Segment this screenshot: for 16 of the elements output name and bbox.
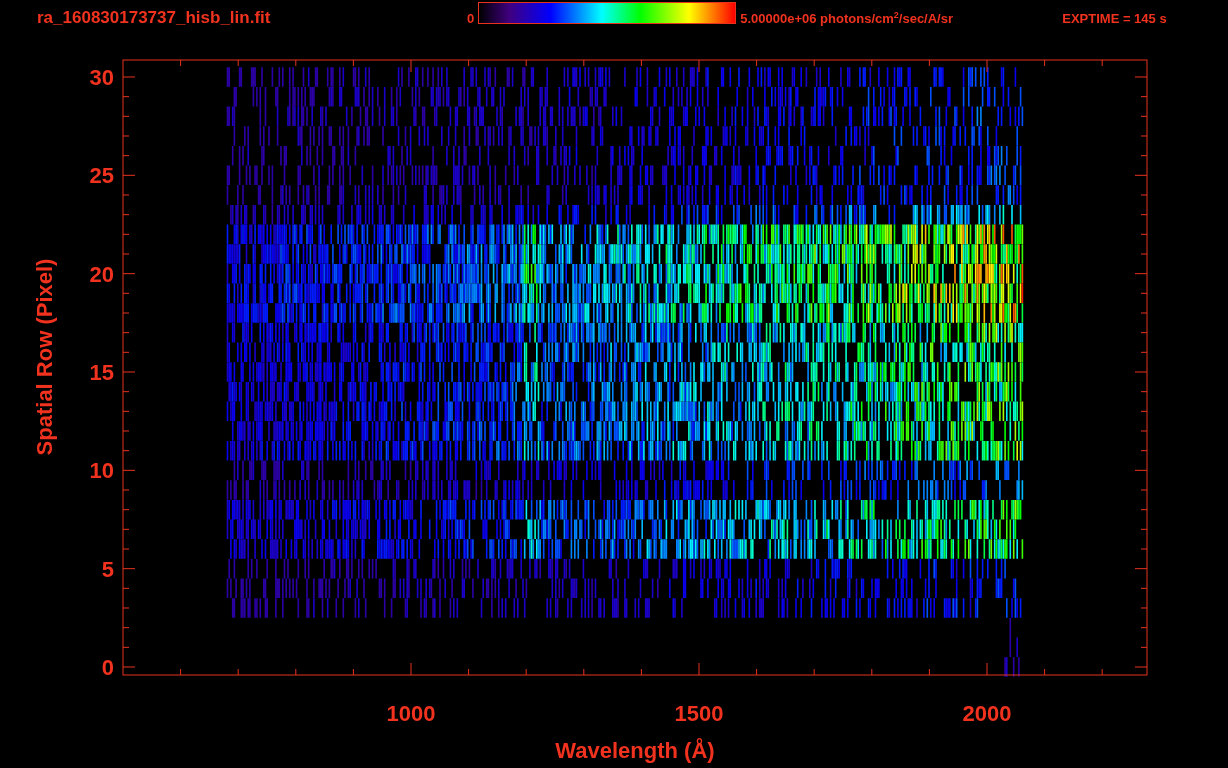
y-tick-label: 0 <box>101 655 114 680</box>
y-tick-label: 15 <box>89 360 114 385</box>
y-tick-label: 5 <box>101 556 114 582</box>
colorbar-min-label: 0 <box>467 10 475 26</box>
y-tick-label: 25 <box>89 163 114 189</box>
file-title: ra_160830173737_hisb_lin.fit <box>37 8 272 28</box>
y-tick-label: 30 <box>89 65 114 90</box>
x-tick-label: 1500 <box>674 701 724 726</box>
x-tick-label: 1000 <box>386 701 436 726</box>
exposure-time: EXPTIME = 145 s <box>1062 10 1167 26</box>
x-axis-title: Wavelength (Å) <box>555 738 715 763</box>
y-axis-title: Spatial Row (Pixel) <box>32 258 57 456</box>
x-tick-label: 2000 <box>962 701 1012 726</box>
colorbar-max-label: 5.00000e+06 photons/cm$^{2}$/sec/A/sr <box>740 9 954 27</box>
y-tick-label: 20 <box>89 261 114 287</box>
y-tick-label: 10 <box>89 458 114 484</box>
